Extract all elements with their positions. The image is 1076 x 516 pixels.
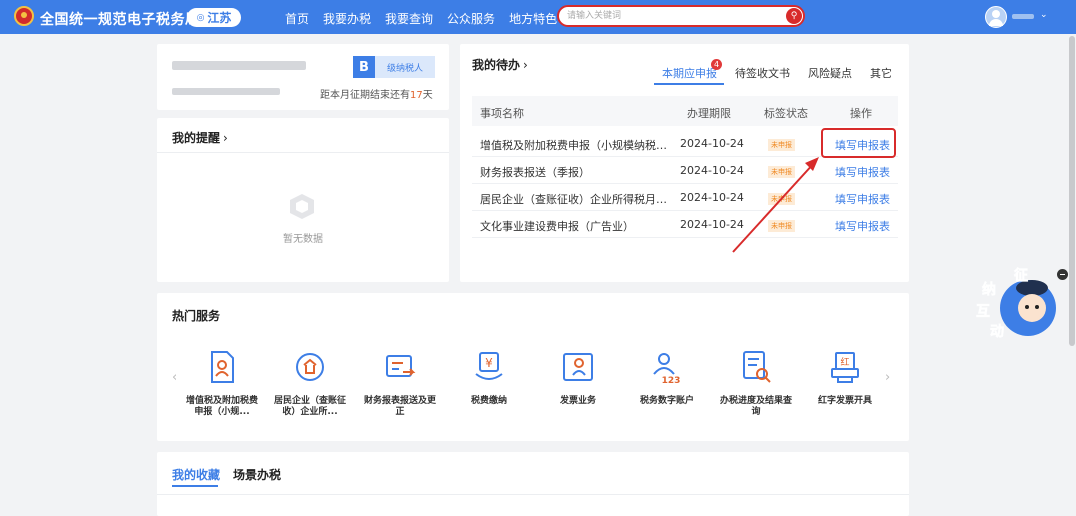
column-header-action: 操作 — [850, 107, 872, 120]
financial-report-icon — [386, 355, 416, 377]
fill-declaration-link[interactable]: 填写申报表 — [835, 191, 890, 207]
region-selector[interactable]: ◎ 江苏 — [187, 8, 241, 27]
digital-account-icon: 123 — [653, 353, 681, 386]
search-box: ⚲ — [557, 5, 805, 27]
active-tab-indicator — [654, 83, 724, 85]
widget-char-dong: 动 — [990, 323, 1004, 340]
page-scrollbar[interactable] — [1069, 36, 1075, 346]
tab-pending-documents[interactable]: 待签收文书 — [735, 65, 790, 81]
red-invoice-glyph: 红 — [840, 356, 849, 368]
service-label: 发票业务 — [559, 396, 596, 406]
account-digits: 123 — [662, 376, 681, 384]
service-item-financial-report[interactable]: 财务报表报送及更正 — [360, 350, 440, 418]
todo-tabs: 本期应申报 待签收文书 风险疑点 其它 — [662, 65, 892, 81]
taxpayer-name-redacted — [172, 61, 306, 70]
tab-risk-issues[interactable]: 风险疑点 — [808, 65, 852, 81]
red-invoice-icon: 红 — [831, 352, 859, 383]
row-item-name: 增值税及附加税费申报（小规模纳税人） — [480, 139, 668, 152]
row-item-name: 居民企业（查账征收）企业所得税月（... — [480, 193, 668, 206]
nav-home[interactable]: 首页 — [285, 10, 309, 27]
highlight-box — [821, 128, 896, 158]
row-item-name: 财务报表报送（季报） — [480, 166, 590, 179]
search-input[interactable] — [567, 9, 777, 23]
main-nav: 首页 我要办税 我要查询 公众服务 地方特色 — [285, 10, 557, 27]
service-label: 居民企业（查账征收）企业所... — [273, 396, 346, 417]
close-widget-icon[interactable] — [1057, 269, 1068, 280]
progress-query-icon — [743, 351, 771, 383]
table-row: 财务报表报送（季报） 2024-10-24 未申报 填写申报表 — [472, 157, 898, 183]
service-item-vat-declaration[interactable]: 增值税及附加税费申报（小规... — [182, 350, 262, 418]
user-avatar[interactable] — [985, 6, 1007, 28]
tab-count-badge: 4 — [711, 59, 722, 70]
empty-box-icon — [290, 194, 314, 219]
fill-declaration-link[interactable]: 填写申报表 — [835, 218, 890, 234]
active-tab-indicator — [172, 485, 218, 487]
invoice-icon — [563, 353, 593, 381]
days-remaining: 17 — [410, 90, 423, 101]
pointer-arrow-icon — [732, 157, 819, 253]
row-item-name: 文化事业建设费申报（广告业） — [480, 220, 634, 233]
carousel-prev-icon[interactable]: ‹ — [172, 370, 177, 385]
column-header-name: 事项名称 — [480, 107, 524, 120]
service-label: 财务报表报送及更正 — [363, 396, 436, 417]
divider — [157, 152, 449, 153]
credit-level-label: 级纳税人 — [375, 56, 435, 78]
service-item-invoice[interactable]: 发票业务 — [538, 350, 618, 407]
empty-text: 暂无数据 — [283, 234, 323, 245]
chevron-down-icon[interactable]: ⌄ — [1040, 10, 1048, 20]
widget-char-zheng: 征 — [1014, 267, 1028, 284]
taxpayer-interaction-widget[interactable]: 征 纳 互 动 — [974, 266, 1058, 344]
widget-char-hu: 互 — [976, 304, 990, 320]
column-header-deadline: 办理期限 — [687, 107, 731, 120]
favorites-card — [157, 452, 909, 516]
table-row: 文化事业建设费申报（广告业） 2024-10-24 未申报 填写申报表 — [472, 211, 898, 237]
tax-declaration-icon — [211, 351, 234, 383]
credit-level-badge: B — [353, 56, 375, 78]
region-label: 江苏 — [207, 11, 232, 25]
tab-current-declaration[interactable]: 本期应申报 — [662, 65, 717, 81]
column-header-status: 标签状态 — [764, 107, 808, 120]
service-item-enterprise-tax[interactable]: 居民企业（查账征收）企业所... — [270, 350, 350, 418]
carousel-next-icon[interactable]: › — [885, 370, 890, 385]
location-pin-icon: ◎ — [196, 12, 205, 23]
chevron-right-icon: › — [223, 131, 228, 145]
tab-scenario-tax[interactable]: 场景办税 — [233, 466, 281, 483]
hot-services-title: 热门服务 — [172, 309, 221, 323]
search-icon[interactable]: ⚲ — [786, 8, 802, 24]
service-label: 红字发票开具 — [817, 396, 872, 406]
divider — [157, 494, 909, 495]
row-deadline: 2024-10-24 — [680, 137, 744, 150]
payment-glyph: ¥ — [485, 356, 493, 370]
row-divider — [472, 237, 898, 238]
nav-local-features[interactable]: 地方特色 — [509, 10, 557, 27]
nav-handle-tax[interactable]: 我要办税 — [323, 10, 371, 27]
nav-query[interactable]: 我要查询 — [385, 10, 433, 27]
tab-my-favorites[interactable]: 我的收藏 — [172, 466, 220, 483]
service-item-progress-query[interactable]: 办税进度及结果查询 — [716, 350, 796, 418]
top-bar: 全国统一规范电子税务局 ◎ 江苏 首页 我要办税 我要查询 公众服务 地方特色 … — [0, 0, 1076, 34]
service-label: 税费缴纳 — [470, 396, 507, 406]
service-label: 税务数字账户 — [639, 396, 694, 406]
tax-period-countdown: 距本月征期结束还有17天 — [320, 90, 433, 101]
service-item-red-invoice[interactable]: 红 红字发票开具 — [805, 350, 885, 407]
chevron-right-icon: › — [523, 58, 528, 72]
reminders-title[interactable]: 我的提醒 › — [172, 129, 228, 146]
table-row: 居民企业（查账征收）企业所得税月（... 2024-10-24 未申报 填写申报… — [472, 184, 898, 210]
user-name-redacted[interactable] — [1012, 14, 1034, 19]
fill-declaration-link[interactable]: 填写申报表 — [835, 164, 890, 180]
service-label: 增值税及附加税费申报（小规... — [185, 396, 258, 417]
tax-emblem-icon — [14, 6, 34, 26]
tax-payment-icon: ¥ — [475, 352, 503, 380]
tab-other[interactable]: 其它 — [870, 65, 892, 81]
widget-char-na: 纳 — [982, 281, 996, 298]
taxpayer-id-redacted — [172, 88, 280, 95]
service-item-digital-account[interactable]: 123 税务数字账户 — [627, 350, 707, 407]
todo-title[interactable]: 我的待办 › — [472, 56, 528, 73]
nav-public-service[interactable]: 公众服务 — [447, 10, 495, 27]
enterprise-tax-icon — [296, 353, 324, 381]
service-item-tax-payment[interactable]: ¥ 税费缴纳 — [449, 350, 529, 407]
site-title[interactable]: 全国统一规范电子税务局 — [40, 9, 200, 29]
todo-table-header — [472, 96, 898, 126]
service-label: 办税进度及结果查询 — [719, 396, 792, 417]
